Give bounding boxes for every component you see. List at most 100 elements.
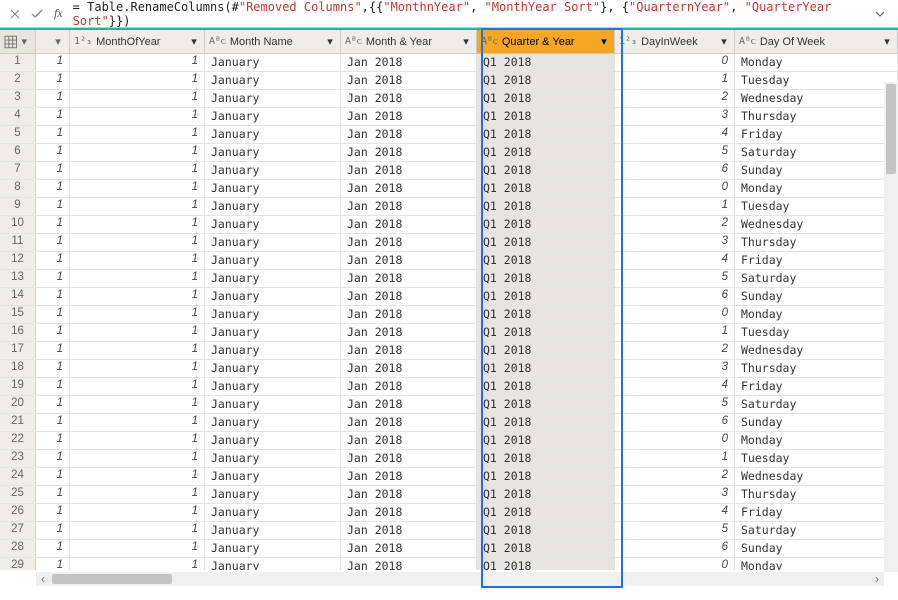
- cell-qy[interactable]: Q1 2018: [477, 432, 615, 449]
- cell-c1[interactable]: 1: [70, 90, 205, 107]
- row-number[interactable]: 2: [0, 72, 36, 89]
- cell-dow[interactable]: Thursday: [735, 234, 898, 251]
- cell-c0[interactable]: 1: [36, 72, 70, 89]
- cell-dow[interactable]: Tuesday: [735, 72, 898, 89]
- cell-di[interactable]: 1: [615, 450, 735, 467]
- cell-my[interactable]: Jan 2018: [341, 198, 477, 215]
- row-number[interactable]: 19: [0, 378, 36, 395]
- cell-dow[interactable]: Wednesday: [735, 468, 898, 485]
- cell-c1[interactable]: 1: [70, 108, 205, 125]
- cell-c1[interactable]: 1: [70, 432, 205, 449]
- cell-qy[interactable]: Q1 2018: [477, 414, 615, 431]
- cell-mn[interactable]: January: [205, 450, 341, 467]
- cell-c1[interactable]: 1: [70, 324, 205, 341]
- column-header-month-year[interactable]: AᴮᴄMonth & Year▾: [341, 30, 477, 53]
- cell-qy[interactable]: Q1 2018: [477, 540, 615, 557]
- cell-my[interactable]: Jan 2018: [341, 540, 477, 557]
- cell-dow[interactable]: Monday: [735, 306, 898, 323]
- cell-my[interactable]: Jan 2018: [341, 414, 477, 431]
- cell-mn[interactable]: January: [205, 234, 341, 251]
- cell-dow[interactable]: Sunday: [735, 540, 898, 557]
- cell-c1[interactable]: 1: [70, 216, 205, 233]
- cell-di[interactable]: 1: [615, 72, 735, 89]
- cell-mn[interactable]: January: [205, 72, 341, 89]
- cell-di[interactable]: 1: [615, 198, 735, 215]
- cell-my[interactable]: Jan 2018: [341, 162, 477, 179]
- cell-c0[interactable]: 1: [36, 378, 70, 395]
- cell-di[interactable]: 0: [615, 432, 735, 449]
- formula-commit-button[interactable]: [26, 4, 48, 24]
- cell-my[interactable]: Jan 2018: [341, 306, 477, 323]
- table-row[interactable]: 511JanuaryJan 2018Q1 20184Friday: [0, 126, 898, 144]
- cell-di[interactable]: 6: [615, 414, 735, 431]
- cell-mn[interactable]: January: [205, 432, 341, 449]
- cell-qy[interactable]: Q1 2018: [477, 486, 615, 503]
- cell-qy[interactable]: Q1 2018: [477, 180, 615, 197]
- cell-c1[interactable]: 1: [70, 468, 205, 485]
- cell-di[interactable]: 4: [615, 126, 735, 143]
- cell-dow[interactable]: Saturday: [735, 144, 898, 161]
- row-number[interactable]: 28: [0, 540, 36, 557]
- cell-dow[interactable]: Saturday: [735, 396, 898, 413]
- formula-input[interactable]: = Table.RenameColumns(#"Removed Columns"…: [69, 0, 874, 30]
- cell-qy[interactable]: Q1 2018: [477, 198, 615, 215]
- cell-qy[interactable]: Q1 2018: [477, 360, 615, 377]
- cell-qy[interactable]: Q1 2018: [477, 108, 615, 125]
- cell-di[interactable]: 1: [615, 324, 735, 341]
- column-header-monthofyear[interactable]: 1²₃MonthOfYear▾: [70, 30, 205, 53]
- cell-di[interactable]: 5: [615, 396, 735, 413]
- cell-qy[interactable]: Q1 2018: [477, 54, 615, 71]
- cell-mn[interactable]: January: [205, 378, 341, 395]
- cell-my[interactable]: Jan 2018: [341, 72, 477, 89]
- row-number[interactable]: 4: [0, 108, 36, 125]
- table-corner-cell[interactable]: ▾: [0, 30, 36, 53]
- cell-my[interactable]: Jan 2018: [341, 360, 477, 377]
- row-number[interactable]: 26: [0, 504, 36, 521]
- cell-c1[interactable]: 1: [70, 234, 205, 251]
- cell-c0[interactable]: 1: [36, 432, 70, 449]
- row-number[interactable]: 5: [0, 126, 36, 143]
- cell-my[interactable]: Jan 2018: [341, 252, 477, 269]
- column-filter-icon[interactable]: ▾: [881, 36, 893, 48]
- cell-qy[interactable]: Q1 2018: [477, 306, 615, 323]
- cell-c1[interactable]: 1: [70, 414, 205, 431]
- cell-qy[interactable]: Q1 2018: [477, 90, 615, 107]
- cell-c0[interactable]: 1: [36, 324, 70, 341]
- cell-di[interactable]: 0: [615, 180, 735, 197]
- cell-qy[interactable]: Q1 2018: [477, 324, 615, 341]
- cell-c1[interactable]: 1: [70, 306, 205, 323]
- cell-my[interactable]: Jan 2018: [341, 90, 477, 107]
- row-number[interactable]: 22: [0, 432, 36, 449]
- table-row[interactable]: 1711JanuaryJan 2018Q1 20182Wednesday: [0, 342, 898, 360]
- cell-my[interactable]: Jan 2018: [341, 558, 477, 570]
- cell-mn[interactable]: January: [205, 54, 341, 71]
- cell-c0[interactable]: 1: [36, 234, 70, 251]
- cell-c0[interactable]: 1: [36, 54, 70, 71]
- cell-c1[interactable]: 1: [70, 342, 205, 359]
- cell-my[interactable]: Jan 2018: [341, 396, 477, 413]
- cell-my[interactable]: Jan 2018: [341, 342, 477, 359]
- cell-c1[interactable]: 1: [70, 72, 205, 89]
- cell-c0[interactable]: 1: [36, 486, 70, 503]
- cell-c1[interactable]: 1: [70, 486, 205, 503]
- cell-dow[interactable]: Wednesday: [735, 90, 898, 107]
- cell-dow[interactable]: Thursday: [735, 108, 898, 125]
- cell-mn[interactable]: January: [205, 522, 341, 539]
- cell-dow[interactable]: Sunday: [735, 288, 898, 305]
- row-number[interactable]: 20: [0, 396, 36, 413]
- cell-qy[interactable]: Q1 2018: [477, 126, 615, 143]
- table-row[interactable]: 2311JanuaryJan 2018Q1 20181Tuesday: [0, 450, 898, 468]
- cell-di[interactable]: 5: [615, 522, 735, 539]
- cell-mn[interactable]: January: [205, 486, 341, 503]
- cell-my[interactable]: Jan 2018: [341, 270, 477, 287]
- row-number[interactable]: 10: [0, 216, 36, 233]
- cell-di[interactable]: 3: [615, 108, 735, 125]
- cell-c1[interactable]: 1: [70, 126, 205, 143]
- cell-di[interactable]: 3: [615, 360, 735, 377]
- cell-my[interactable]: Jan 2018: [341, 486, 477, 503]
- vertical-scroll-thumb[interactable]: [886, 84, 896, 174]
- cell-di[interactable]: 4: [615, 378, 735, 395]
- cell-c1[interactable]: 1: [70, 558, 205, 570]
- cell-c0[interactable]: 1: [36, 216, 70, 233]
- row-number[interactable]: 7: [0, 162, 36, 179]
